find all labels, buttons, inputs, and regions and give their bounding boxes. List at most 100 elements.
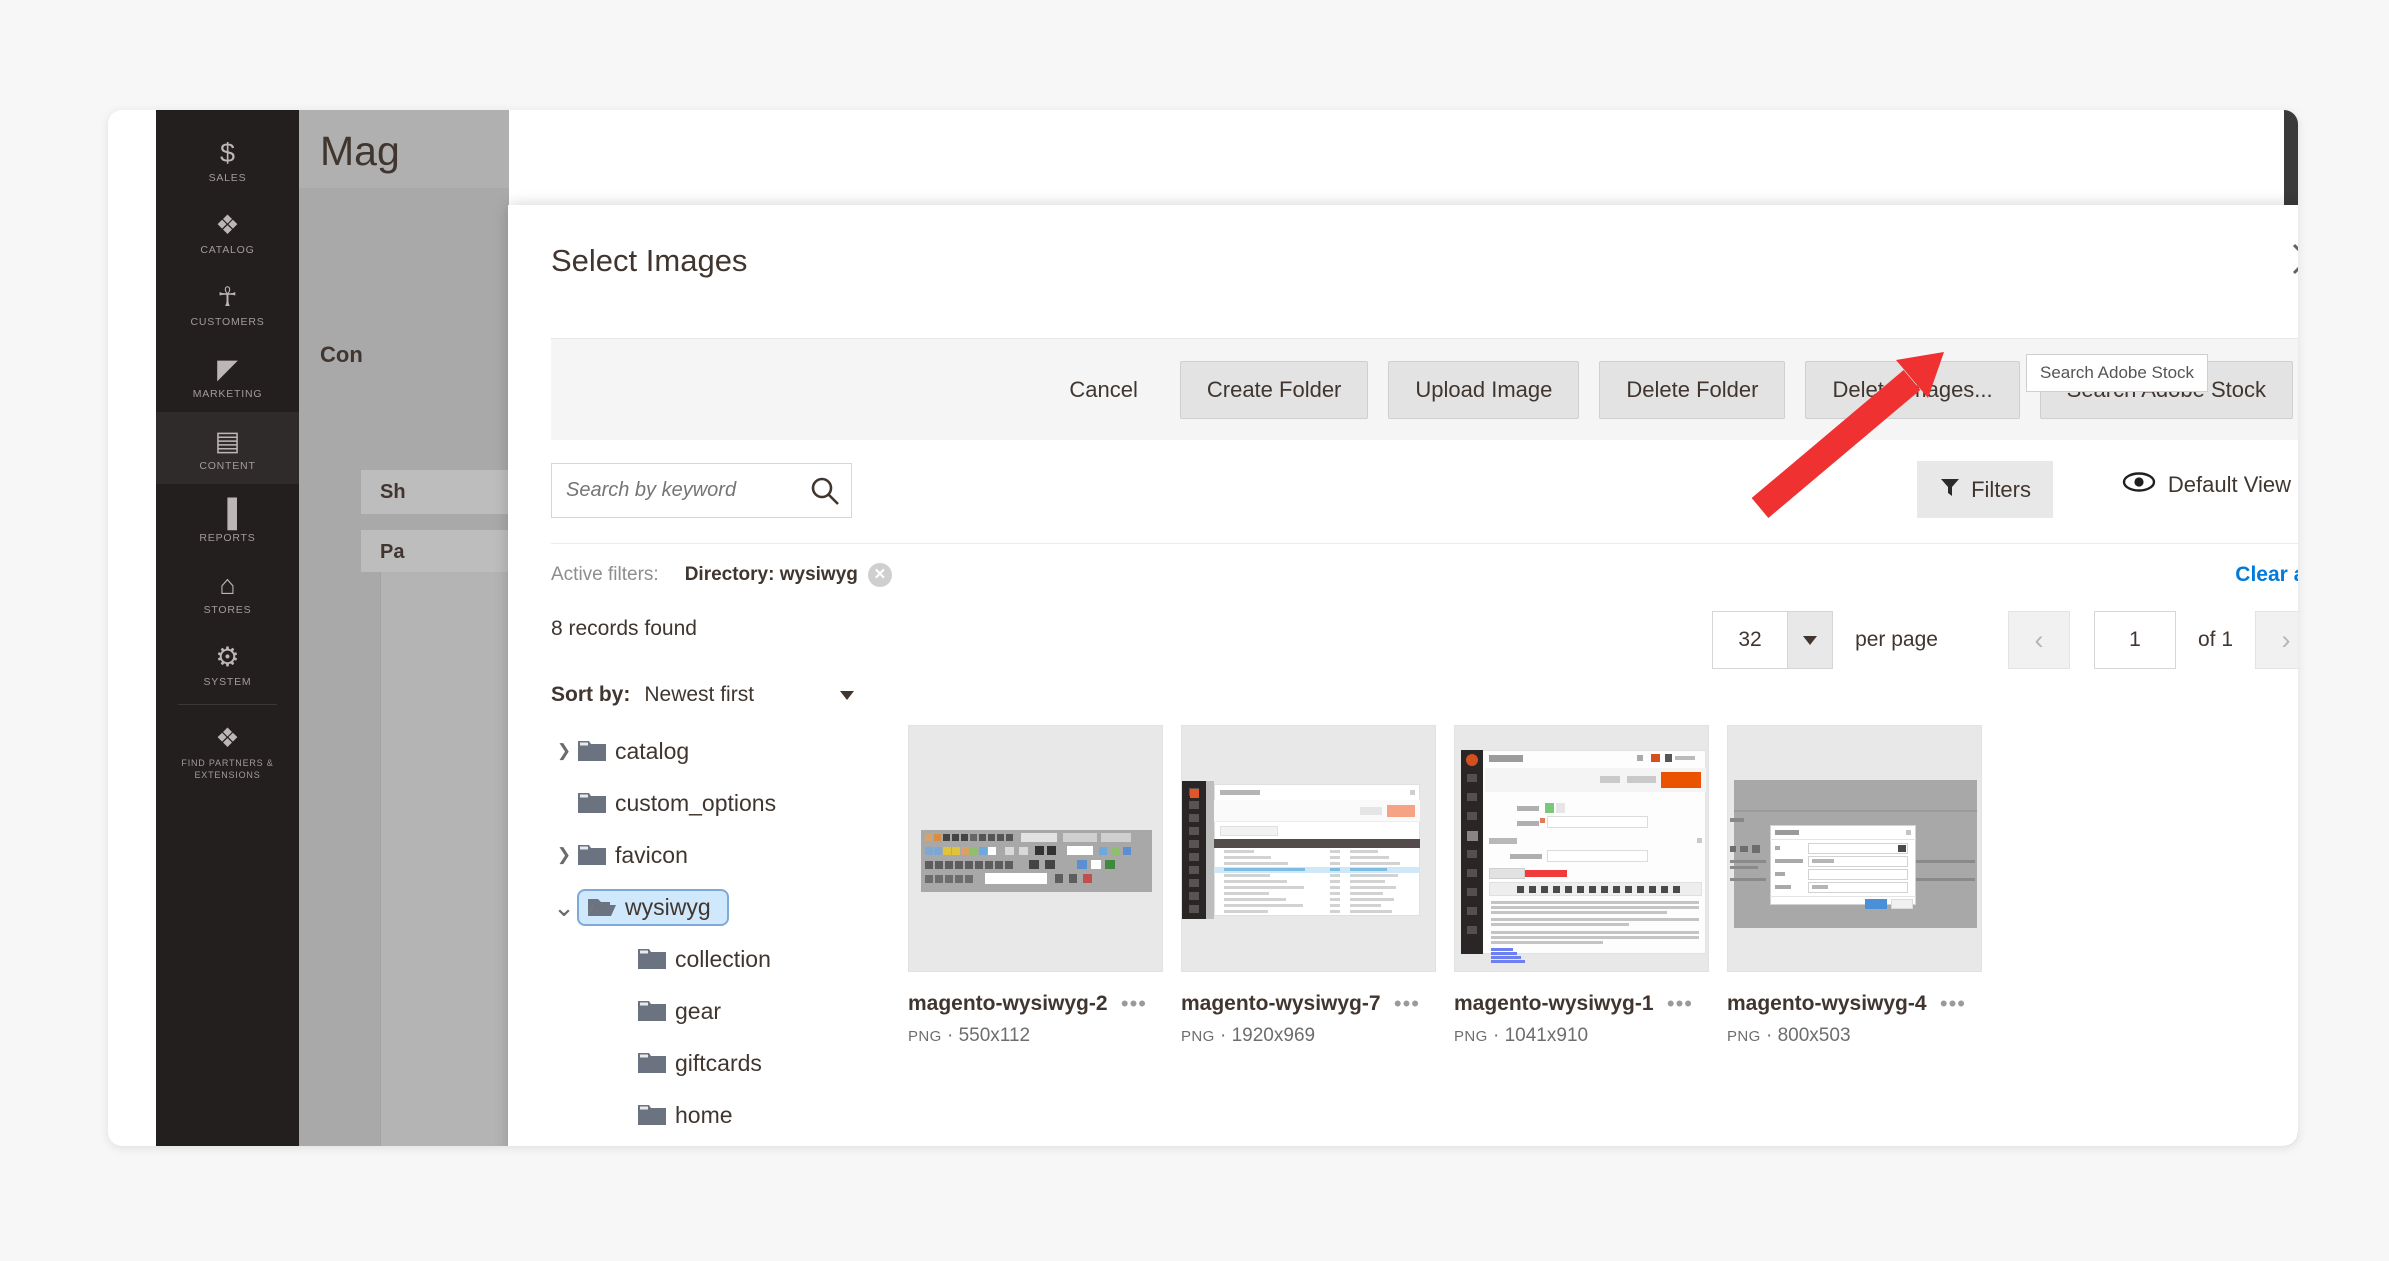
page-title: Mag <box>320 128 400 174</box>
tree-item-custom_options[interactable]: custom_options <box>551 777 891 829</box>
chevron-left-icon[interactable]: ‹ <box>2007 611 2070 669</box>
tree-item-gear[interactable]: gear <box>551 985 891 1037</box>
tree-item-label: giftcards <box>675 1049 762 1076</box>
image-dimensions: 1041x910 <box>1504 1025 1589 1046</box>
kebab-icon[interactable]: ••• <box>1121 991 1147 1017</box>
close-circle-icon[interactable]: ✕ <box>867 562 892 587</box>
chevron-down-icon[interactable] <box>1787 612 1833 668</box>
sidebar-item-find-partners-extensions[interactable]: ❖ FIND PARTNERS & EXTENSIONS <box>156 709 299 793</box>
tree-item-content: collection <box>637 946 771 973</box>
nav-divider <box>178 704 277 705</box>
image-thumbnail[interactable] <box>1454 725 1709 972</box>
tree-item-wysiwyg[interactable]: ⌄ wysiwyg <box>551 881 891 933</box>
page-section-label-2: Pa <box>380 541 405 563</box>
clear-all-link[interactable]: Clear all <box>2235 563 2298 587</box>
sidebar-item-label: CATALOG <box>200 244 255 256</box>
active-filter-chip-label: Directory: wysiwyg <box>684 563 858 585</box>
image-thumbnail[interactable] <box>908 725 1163 972</box>
tree-item-label: home <box>675 1101 733 1128</box>
sidebar-item-system[interactable]: ⚙ SYSTEM <box>156 628 299 700</box>
sidebar-item-stores[interactable]: ⌂ STORES <box>156 556 299 628</box>
create-folder-button[interactable]: Create Folder <box>1179 360 1369 419</box>
per-page-select[interactable]: 32 <box>1712 611 1834 669</box>
active-filters-row: Active filters: Directory: wysiwyg ✕ Cle… <box>551 543 2298 605</box>
funnel-icon <box>1939 476 1961 504</box>
sidebar-item-label: MARKETING <box>192 388 263 400</box>
tree-item-content: home <box>637 1102 733 1129</box>
folder-icon <box>577 739 607 763</box>
box-icon: ❖ <box>215 210 240 240</box>
sidebar-item-label: SALES <box>208 172 247 184</box>
image-card: magento-wysiwyg-2 ••• PNG · 550x112 <box>908 725 1163 1047</box>
search-icon[interactable] <box>809 475 841 507</box>
sidebar-item-label: STORES <box>203 604 252 616</box>
image-meta: PNG · 1041x910 <box>1454 1025 1589 1046</box>
image-thumbnail[interactable] <box>1727 725 1982 972</box>
page-number-input[interactable]: 1 <box>2093 611 2176 669</box>
image-card-header: magento-wysiwyg-4 ••• <box>1727 991 1982 1017</box>
tree-item-label: gear <box>675 997 722 1024</box>
folder-icon <box>637 999 667 1023</box>
sidebar-item-customers[interactable]: ☥ CUSTOMERS <box>156 268 299 340</box>
megaphone-icon: ◤ <box>217 354 238 384</box>
page-total-label: of 1 <box>2197 628 2233 651</box>
kebab-icon[interactable]: ••• <box>1940 991 1966 1017</box>
page-subtitle: Con <box>320 342 363 367</box>
chevron-right-icon[interactable]: ❯ <box>551 845 577 865</box>
image-file-type: PNG <box>1454 1028 1488 1045</box>
tree-item-mens[interactable]: mens <box>551 1141 891 1146</box>
delete-images-button[interactable]: Delete Images... <box>1805 360 2020 419</box>
view-switcher-label: Default View <box>2167 471 2291 497</box>
modal-title: Select Images <box>551 243 748 278</box>
chevron-down-icon[interactable] <box>840 690 855 700</box>
image-file-type: PNG <box>1181 1028 1215 1045</box>
chevron-right-icon[interactable]: › <box>2255 611 2298 669</box>
eye-icon <box>2122 471 2156 498</box>
image-dimensions: 550x112 <box>958 1025 1031 1046</box>
sidebar-item-label: SYSTEM <box>203 676 252 688</box>
folder-icon <box>637 1103 667 1127</box>
sort-by-label: Sort by: <box>551 683 631 706</box>
chevron-down-icon[interactable]: ⌄ <box>551 894 577 920</box>
tree-item-label: custom_options <box>615 789 777 816</box>
tree-item-giftcards[interactable]: giftcards <box>551 1037 891 1089</box>
folder-icon <box>637 947 667 971</box>
person-icon: ☥ <box>217 282 238 312</box>
filters-button[interactable]: Filters <box>1917 461 2053 518</box>
image-meta: PNG · 800x503 <box>1727 1025 1851 1046</box>
delete-folder-button[interactable]: Delete Folder <box>1599 360 1786 419</box>
pagination: 32 per page ‹ 1 of 1 › <box>1712 611 2298 669</box>
sidebar-item-marketing[interactable]: ◤ MARKETING <box>156 340 299 412</box>
sidebar-item-reports[interactable]: ▐ REPORTS <box>156 484 299 556</box>
sort-by-control[interactable]: Sort by: Newest first <box>551 683 855 707</box>
image-card-header: magento-wysiwyg-1 ••• <box>1454 991 1709 1017</box>
kebab-icon[interactable]: ••• <box>1394 991 1420 1017</box>
active-filter-chip[interactable]: Directory: wysiwyg ✕ <box>684 562 892 587</box>
tree-item-home[interactable]: home <box>551 1089 891 1141</box>
folder-icon <box>637 1051 667 1075</box>
tree-item-favicon[interactable]: ❯ favicon <box>551 829 891 881</box>
upload-image-button[interactable]: Upload Image <box>1388 360 1580 419</box>
image-thumbnail[interactable] <box>1181 725 1436 972</box>
page-section-label-1: Sh <box>380 481 406 503</box>
sidebar-item-sales[interactable]: $ SALES <box>156 124 299 196</box>
tree-item-collection[interactable]: collection <box>551 933 891 985</box>
tree-item-content: giftcards <box>637 1050 762 1077</box>
tree-item-catalog[interactable]: ❯ catalog <box>551 725 891 777</box>
chevron-right-icon[interactable]: ❯ <box>551 741 577 761</box>
sidebar-item-content[interactable]: ▤ CONTENT <box>156 412 299 484</box>
tree-item-label: wysiwyg <box>625 893 711 920</box>
view-switcher[interactable]: Default View <box>2122 471 2298 498</box>
sidebar-item-catalog[interactable]: ❖ CATALOG <box>156 196 299 268</box>
per-page-label: per page <box>1855 628 1938 651</box>
gear-icon: ⚙ <box>215 642 240 672</box>
tree-item-label: collection <box>675 945 771 972</box>
search-input[interactable] <box>552 464 851 517</box>
tree-item-content: custom_options <box>577 790 776 817</box>
close-icon[interactable] <box>2284 235 2298 283</box>
kebab-icon[interactable]: ••• <box>1667 991 1693 1017</box>
cancel-button[interactable]: Cancel <box>1047 361 1159 419</box>
sidebar-item-label: FIND PARTNERS & EXTENSIONS <box>181 758 274 780</box>
image-meta: PNG · 1920x969 <box>1181 1025 1316 1046</box>
image-dimensions: 800x503 <box>1777 1025 1851 1046</box>
